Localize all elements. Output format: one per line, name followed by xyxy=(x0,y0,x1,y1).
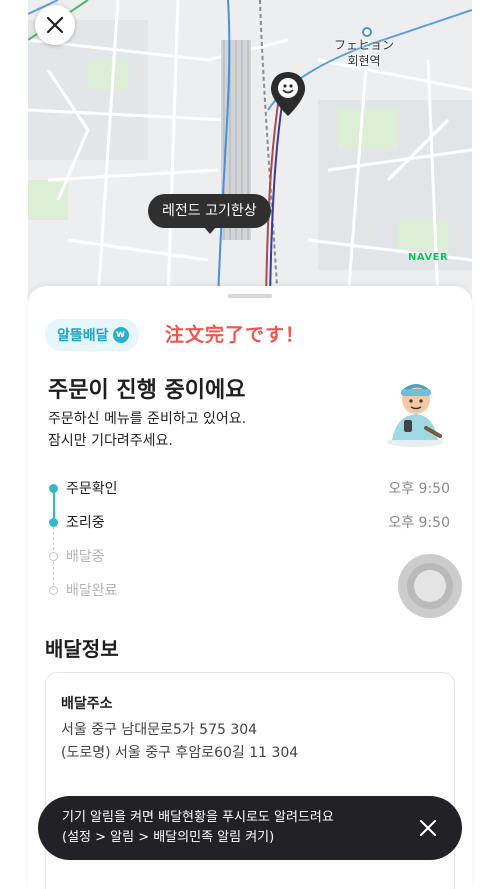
timeline-step: 배달완료 xyxy=(46,573,456,607)
won-coin-icon: w xyxy=(112,327,129,343)
toast-line-1: 기기 알림을 켜면 배달현황을 푸시로도 알려드려요 xyxy=(62,810,334,825)
station-label: フェヒョン 회현역 xyxy=(334,37,394,69)
step-label: 주문확인 xyxy=(66,481,118,497)
order-progress-timeline: 주문확인 오후 9:50 조리중 오후 9:50 배달중 배달완료 xyxy=(46,471,456,607)
timeline-step: 조리중 오후 9:50 xyxy=(46,505,456,539)
store-location-bubble[interactable]: 레전드 고기한상 xyxy=(148,194,271,234)
description-line-1: 주문하신 메뉴를 준비하고 있어요. xyxy=(48,411,247,427)
map-view[interactable] xyxy=(28,0,472,300)
delivery-type-badge: 알뜰배달 w xyxy=(45,319,139,351)
order-status-title: 주문이 진행 중이에요 xyxy=(48,378,246,403)
assistive-touch-button[interactable] xyxy=(398,554,462,618)
order-status-screen: フェヒョン 회현역 레전드 고기한상 NAVER 알뜰배달 w 注文完了です！ … xyxy=(0,0,500,889)
station-marker-icon xyxy=(362,27,372,37)
address-line-2: (도로명) 서울 중구 후암로60길 11 304 xyxy=(61,745,299,761)
station-name-jp: フェヒョン xyxy=(334,38,395,52)
step-label: 조리중 xyxy=(66,515,105,531)
step-done-dot-icon xyxy=(49,517,58,527)
left-gutter xyxy=(0,0,28,889)
timeline-step: 주문확인 오후 9:50 xyxy=(46,471,456,505)
right-gutter xyxy=(472,0,500,889)
timeline-step: 배달중 xyxy=(46,539,456,573)
step-done-dot-icon xyxy=(49,483,58,493)
address-title: 배달주소 xyxy=(61,696,113,712)
delivery-info-heading: 배달정보 xyxy=(45,637,119,661)
station-name-kr: 회현역 xyxy=(347,54,381,68)
notification-toast[interactable]: 기기 알림을 켜면 배달현황을 푸시로도 알려드려요 (설정 > 알림 > 배달… xyxy=(38,796,462,860)
step-pending-dot-icon xyxy=(49,585,58,595)
toast-message: 기기 알림을 켜면 배달현황을 푸시로도 알려드려요 (설정 > 알림 > 배달… xyxy=(62,808,334,848)
overlay-caption: 注文完了です！ xyxy=(165,324,306,346)
sheet-drag-handle[interactable] xyxy=(228,294,272,298)
step-time: 오후 9:50 xyxy=(388,515,450,531)
step-label: 배달완료 xyxy=(66,583,118,599)
close-icon xyxy=(46,16,64,34)
rider-illustration-icon xyxy=(387,384,443,447)
rider-location-pin-icon[interactable] xyxy=(269,70,307,118)
assistive-ring xyxy=(407,563,453,609)
address-line-1: 서울 중구 남대문로5가 575 304 xyxy=(61,722,258,738)
address-text: 서울 중구 남대문로5가 575 304 (도로명) 서울 중구 후암로60길 … xyxy=(61,719,298,765)
step-pending-dot-icon xyxy=(49,551,58,561)
badge-label: 알뜰배달 xyxy=(57,328,109,344)
description-line-2: 잠시만 기다려주세요. xyxy=(48,433,173,449)
assistive-core xyxy=(414,570,446,602)
close-icon[interactable] xyxy=(418,818,438,838)
close-button[interactable] xyxy=(35,5,75,45)
order-status-description: 주문하신 메뉴를 준비하고 있어요. 잠시만 기다려주세요. xyxy=(48,408,246,452)
step-time: 오후 9:50 xyxy=(388,481,450,497)
toast-line-2: (설정 > 알림 > 배달의민족 알림 켜기) xyxy=(62,830,275,845)
map-provider-logo: NAVER xyxy=(408,252,449,263)
step-label: 배달중 xyxy=(66,549,105,565)
map-graphic xyxy=(28,0,472,300)
